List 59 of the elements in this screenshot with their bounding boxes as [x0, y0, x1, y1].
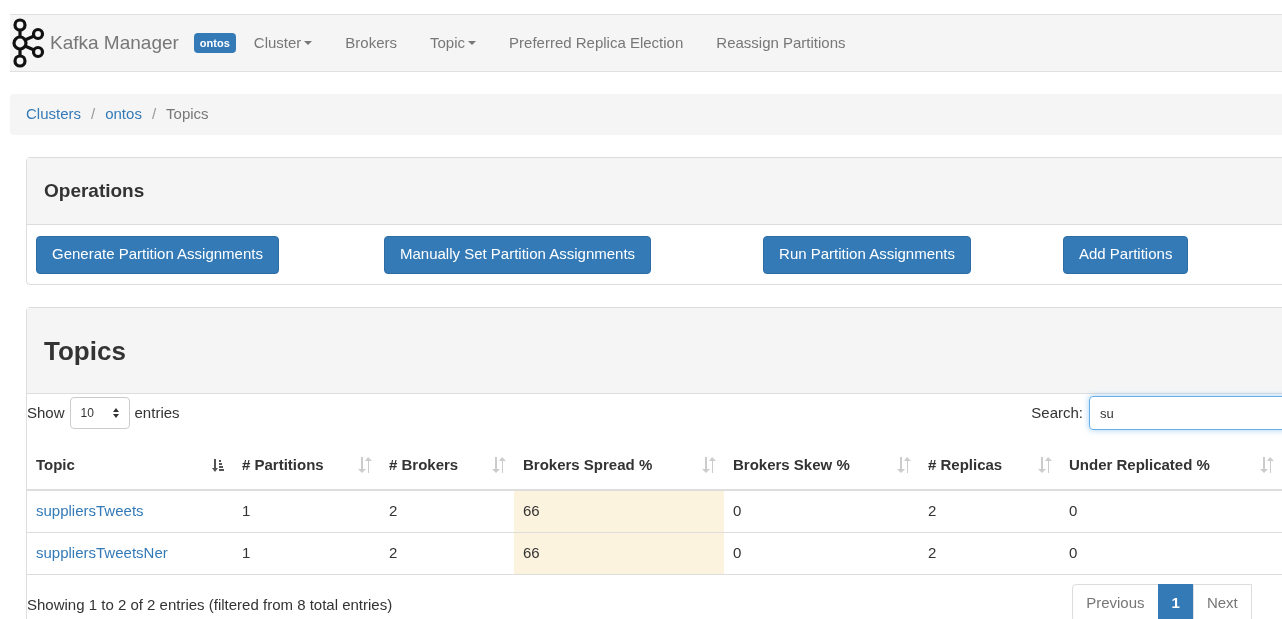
table-cell-text: 0: [1069, 501, 1078, 522]
kafka-logo-icon: [11, 18, 45, 68]
cluster-badge: ontos: [193, 32, 236, 54]
breadcrumb-link[interactable]: ontos: [105, 103, 142, 126]
search-field[interactable]: su: [1089, 396, 1282, 430]
breadcrumb-separator: /: [150, 104, 158, 125]
search-label: Search:: [1031, 402, 1083, 423]
sort-icon[interactable]: [358, 457, 372, 473]
table-cell-text: 1: [242, 501, 251, 522]
column-header[interactable]: # Brokers: [389, 453, 459, 477]
panel-title: Operations: [44, 178, 145, 203]
entries-label: entries: [134, 402, 180, 423]
table-cell-text: 2: [928, 501, 937, 522]
table-cell-text: 66: [523, 501, 540, 522]
page-size-select[interactable]: 10: [69, 397, 130, 429]
table-cell-text: 66: [523, 543, 540, 564]
table-cell-text: 0: [733, 501, 742, 522]
column-header[interactable]: Topic: [36, 453, 75, 477]
topic-link[interactable]: suppliersTweetsNer: [36, 542, 168, 565]
breadcrumb-link[interactable]: Clusters: [26, 103, 81, 126]
nav-link[interactable]: Preferred Replica Election: [509, 31, 684, 55]
sort-icon[interactable]: [1260, 457, 1274, 473]
topic-link[interactable]: suppliersTweets: [36, 500, 144, 523]
breadcrumb-current: Topics: [166, 104, 209, 125]
table-cell-text: 0: [733, 543, 742, 564]
panel-title: Topics: [44, 335, 126, 368]
table-cell-text: 2: [389, 543, 398, 564]
action-button[interactable]: Generate Partition Assignments: [36, 235, 279, 274]
column-header[interactable]: Brokers Spread %: [523, 453, 653, 477]
sort-icon[interactable]: [897, 457, 911, 473]
table-cell-text: 2: [928, 543, 937, 564]
sort-ascending-icon[interactable]: [211, 458, 225, 472]
pagination-button[interactable]: 1: [1157, 584, 1194, 619]
nav-link[interactable]: Reassign Partitions: [716, 31, 846, 55]
action-button[interactable]: Manually Set Partition Assignments: [383, 235, 652, 274]
table-info: Showing 1 to 2 of 2 entries (filtered from 8 total entries): [27, 595, 393, 615]
sort-icon[interactable]: [702, 457, 716, 473]
nav-link[interactable]: Brokers: [345, 31, 397, 55]
breadcrumb-separator: /: [90, 104, 97, 125]
brand-name[interactable]: Kafka Manager: [50, 28, 179, 58]
pagination-button[interactable]: Previous: [1072, 584, 1159, 619]
column-header[interactable]: Under Replicated %: [1069, 453, 1210, 477]
spinner-arrows-icon: [112, 408, 119, 418]
sort-icon[interactable]: [1038, 457, 1052, 473]
action-button[interactable]: Add Partitions: [1063, 235, 1189, 274]
table-cell-text: 0: [1069, 543, 1078, 564]
nav-link[interactable]: Topic: [430, 31, 477, 55]
column-header[interactable]: # Partitions: [242, 453, 324, 477]
table-cell-text: 2: [389, 501, 398, 522]
column-header[interactable]: # Replicas: [928, 453, 1003, 477]
show-label: Show: [27, 402, 65, 423]
action-button[interactable]: Run Partition Assignments: [763, 235, 971, 274]
pagination-button[interactable]: Next: [1192, 584, 1252, 619]
caret-icon: [304, 41, 313, 45]
nav-link[interactable]: Cluster: [253, 31, 313, 55]
table-cell-text: 1: [242, 543, 251, 564]
caret-icon: [468, 41, 477, 45]
column-header[interactable]: Brokers Skew %: [733, 453, 850, 477]
sort-icon[interactable]: [492, 457, 506, 473]
